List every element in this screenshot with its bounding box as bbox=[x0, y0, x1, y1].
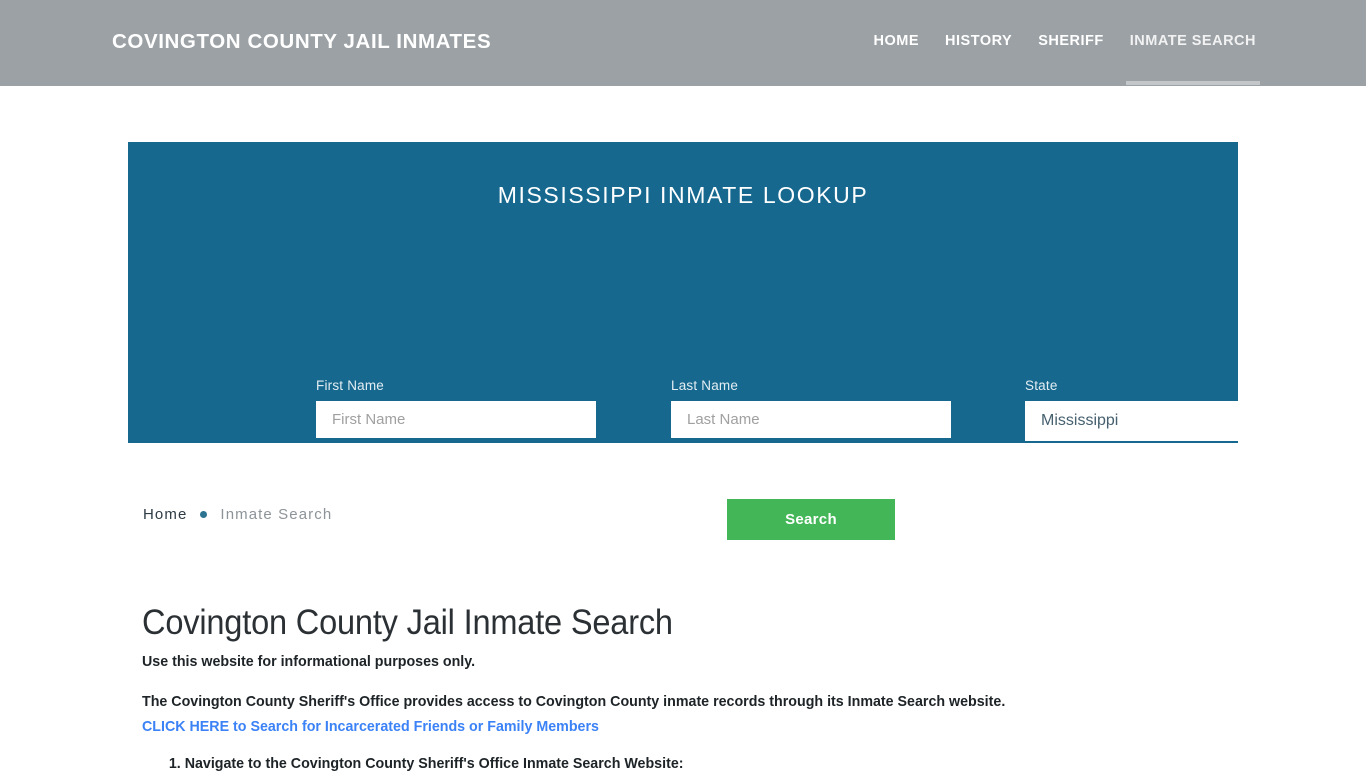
main-navigation: HOME HISTORY SHERIFF INMATE SEARCH bbox=[874, 33, 1261, 85]
nav-item-inmate-search[interactable]: INMATE SEARCH bbox=[1125, 33, 1261, 85]
search-button[interactable]: Search bbox=[727, 499, 895, 540]
state-input[interactable] bbox=[1025, 401, 1306, 441]
last-name-input[interactable] bbox=[671, 401, 951, 438]
panel-heading: MISSISSIPPI INMATE LOOKUP bbox=[497, 182, 869, 208]
last-name-field-group: Last Name bbox=[671, 378, 951, 438]
breadcrumb-current: Inmate Search bbox=[220, 506, 333, 523]
nav-item-home[interactable]: HOME bbox=[874, 33, 920, 53]
nav-item-history[interactable]: HISTORY bbox=[945, 33, 1012, 53]
site-title: COVINGTON COUNTY JAIL INMATES bbox=[112, 30, 492, 53]
state-label: State bbox=[1025, 378, 1058, 393]
page-title: Covington County Jail Inmate Search bbox=[142, 603, 673, 643]
steps-list: Navigate to the Covington County Sheriff… bbox=[160, 754, 684, 774]
last-name-label: Last Name bbox=[671, 378, 739, 393]
breadcrumb: Home Inmate Search bbox=[143, 506, 332, 523]
first-name-label: First Name bbox=[316, 378, 385, 393]
nav-item-sheriff[interactable]: SHERIFF bbox=[1038, 33, 1104, 53]
description-paragraph: The Covington County Sheriff's Office pr… bbox=[142, 693, 1006, 710]
intro-paragraph: Use this website for informational purpo… bbox=[142, 653, 476, 670]
first-name-input[interactable] bbox=[316, 401, 596, 438]
inmate-search-link[interactable]: CLICK HERE to Search for Incarcerated Fr… bbox=[142, 718, 599, 735]
bullet-icon bbox=[200, 511, 208, 518]
inmate-lookup-panel: MISSISSIPPI INMATE LOOKUP First Name Las… bbox=[128, 142, 1306, 540]
state-field-group: State bbox=[1025, 378, 1306, 441]
list-item: Navigate to the Covington County Sheriff… bbox=[185, 754, 684, 774]
site-header: COVINGTON COUNTY JAIL INMATES HOME HISTO… bbox=[0, 0, 1366, 86]
breadcrumb-home[interactable]: Home bbox=[143, 506, 187, 523]
first-name-field-group: First Name bbox=[316, 378, 596, 438]
